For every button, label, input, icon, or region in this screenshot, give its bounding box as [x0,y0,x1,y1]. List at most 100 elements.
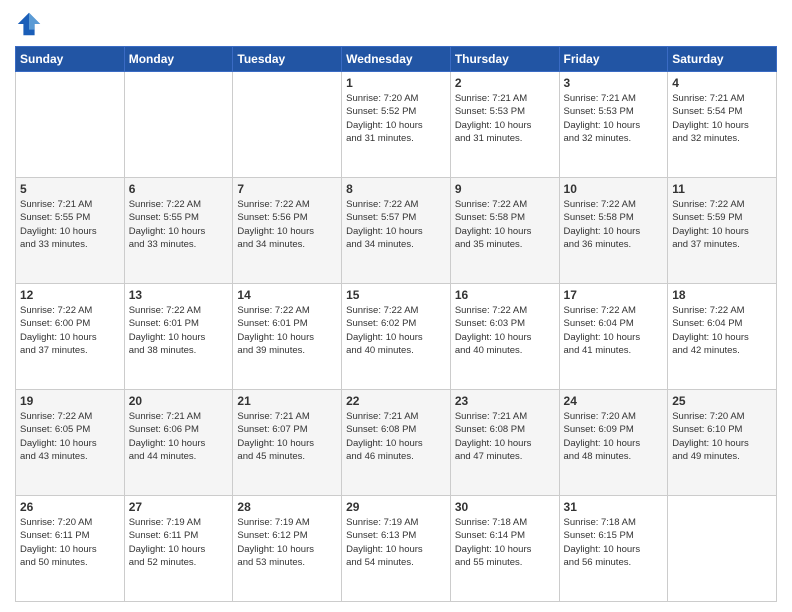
day-number: 11 [672,182,772,196]
calendar-day-cell: 13 Sunrise: 7:22 AM Sunset: 6:01 PM Dayli… [124,284,233,390]
day-number: 9 [455,182,555,196]
header [15,10,777,38]
calendar-day-cell: 18 Sunrise: 7:22 AM Sunset: 6:04 PM Dayli… [668,284,777,390]
day-info: Sunrise: 7:19 AM Sunset: 6:13 PM Dayligh… [346,516,446,569]
day-number: 27 [129,500,229,514]
calendar-day-header: Saturday [668,47,777,72]
calendar-day-cell: 9 Sunrise: 7:22 AM Sunset: 5:58 PM Daylig… [450,178,559,284]
calendar-day-cell: 16 Sunrise: 7:22 AM Sunset: 6:03 PM Dayli… [450,284,559,390]
calendar-day-cell: 23 Sunrise: 7:21 AM Sunset: 6:08 PM Dayli… [450,390,559,496]
day-number: 25 [672,394,772,408]
day-number: 13 [129,288,229,302]
day-info: Sunrise: 7:20 AM Sunset: 6:11 PM Dayligh… [20,516,120,569]
calendar-day-cell: 1 Sunrise: 7:20 AM Sunset: 5:52 PM Daylig… [342,72,451,178]
calendar-week-row: 1 Sunrise: 7:20 AM Sunset: 5:52 PM Daylig… [16,72,777,178]
day-info: Sunrise: 7:22 AM Sunset: 5:57 PM Dayligh… [346,198,446,251]
day-number: 29 [346,500,446,514]
calendar-day-cell: 4 Sunrise: 7:21 AM Sunset: 5:54 PM Daylig… [668,72,777,178]
day-info: Sunrise: 7:21 AM Sunset: 6:08 PM Dayligh… [455,410,555,463]
day-number: 18 [672,288,772,302]
calendar-day-cell: 28 Sunrise: 7:19 AM Sunset: 6:12 PM Dayli… [233,496,342,602]
calendar-day-cell: 3Sunrise: 7:21 AM Sunset: 5:53 PM Daylig… [559,72,668,178]
day-info: Sunrise: 7:22 AM Sunset: 5:58 PM Dayligh… [564,198,664,251]
day-number: 1 [346,76,446,90]
calendar-day-header: Friday [559,47,668,72]
calendar-day-cell: 27 Sunrise: 7:19 AM Sunset: 6:11 PM Dayli… [124,496,233,602]
calendar-day-cell: 31 Sunrise: 7:18 AM Sunset: 6:15 PM Dayli… [559,496,668,602]
day-info: Sunrise: 7:20 AM Sunset: 5:52 PM Dayligh… [346,92,446,145]
day-number: 7 [237,182,337,196]
calendar-day-cell: 19 Sunrise: 7:22 AM Sunset: 6:05 PM Dayli… [16,390,125,496]
calendar-day-cell: 11Sunrise: 7:22 AM Sunset: 5:59 PM Dayli… [668,178,777,284]
calendar-week-row: 12 Sunrise: 7:22 AM Sunset: 6:00 PM Dayli… [16,284,777,390]
calendar-day-cell: 30Sunrise: 7:18 AM Sunset: 6:14 PM Dayli… [450,496,559,602]
calendar-day-header: Tuesday [233,47,342,72]
day-info: Sunrise: 7:22 AM Sunset: 6:02 PM Dayligh… [346,304,446,357]
calendar-day-cell: 22 Sunrise: 7:21 AM Sunset: 6:08 PM Dayli… [342,390,451,496]
calendar-header-row: SundayMondayTuesdayWednesdayThursdayFrid… [16,47,777,72]
day-info: Sunrise: 7:20 AM Sunset: 6:09 PM Dayligh… [564,410,664,463]
day-info: Sunrise: 7:22 AM Sunset: 6:01 PM Dayligh… [237,304,337,357]
day-number: 8 [346,182,446,196]
day-number: 2 [455,76,555,90]
calendar-week-row: 5Sunrise: 7:21 AM Sunset: 5:55 PM Daylig… [16,178,777,284]
day-info: Sunrise: 7:22 AM Sunset: 6:03 PM Dayligh… [455,304,555,357]
calendar-day-cell [668,496,777,602]
day-number: 19 [20,394,120,408]
calendar-day-cell: 17 Sunrise: 7:22 AM Sunset: 6:04 PM Dayli… [559,284,668,390]
day-info: Sunrise: 7:18 AM Sunset: 6:15 PM Dayligh… [564,516,664,569]
day-info: Sunrise: 7:22 AM Sunset: 6:04 PM Dayligh… [672,304,772,357]
day-number: 20 [129,394,229,408]
day-number: 15 [346,288,446,302]
day-number: 21 [237,394,337,408]
calendar-day-cell: 2 Sunrise: 7:21 AM Sunset: 5:53 PM Daylig… [450,72,559,178]
calendar-day-cell: 7 Sunrise: 7:22 AM Sunset: 5:56 PM Daylig… [233,178,342,284]
calendar-day-cell: 24 Sunrise: 7:20 AM Sunset: 6:09 PM Dayli… [559,390,668,496]
logo [15,10,47,38]
day-number: 16 [455,288,555,302]
day-info: Sunrise: 7:21 AM Sunset: 6:06 PM Dayligh… [129,410,229,463]
calendar-week-row: 19 Sunrise: 7:22 AM Sunset: 6:05 PM Dayli… [16,390,777,496]
day-number: 28 [237,500,337,514]
day-number: 10 [564,182,664,196]
day-info: Sunrise: 7:18 AM Sunset: 6:14 PM Dayligh… [455,516,555,569]
day-info: Sunrise: 7:22 AM Sunset: 6:04 PM Dayligh… [564,304,664,357]
calendar-day-cell [124,72,233,178]
day-number: 31 [564,500,664,514]
day-info: Sunrise: 7:22 AM Sunset: 5:56 PM Dayligh… [237,198,337,251]
calendar-day-cell: 15 Sunrise: 7:22 AM Sunset: 6:02 PM Dayli… [342,284,451,390]
calendar-day-header: Thursday [450,47,559,72]
day-info: Sunrise: 7:21 AM Sunset: 6:07 PM Dayligh… [237,410,337,463]
calendar-day-header: Monday [124,47,233,72]
day-info: Sunrise: 7:22 AM Sunset: 5:58 PM Dayligh… [455,198,555,251]
logo-icon [15,10,43,38]
calendar-day-cell: 21 Sunrise: 7:21 AM Sunset: 6:07 PM Dayli… [233,390,342,496]
day-number: 4 [672,76,772,90]
day-info: Sunrise: 7:21 AM Sunset: 6:08 PM Dayligh… [346,410,446,463]
calendar-week-row: 26Sunrise: 7:20 AM Sunset: 6:11 PM Dayli… [16,496,777,602]
day-info: Sunrise: 7:19 AM Sunset: 6:12 PM Dayligh… [237,516,337,569]
calendar-day-cell: 14 Sunrise: 7:22 AM Sunset: 6:01 PM Dayli… [233,284,342,390]
calendar-day-cell: 29 Sunrise: 7:19 AM Sunset: 6:13 PM Dayli… [342,496,451,602]
day-info: Sunrise: 7:22 AM Sunset: 5:55 PM Dayligh… [129,198,229,251]
day-info: Sunrise: 7:22 AM Sunset: 6:05 PM Dayligh… [20,410,120,463]
day-number: 14 [237,288,337,302]
day-info: Sunrise: 7:21 AM Sunset: 5:54 PM Dayligh… [672,92,772,145]
day-number: 5 [20,182,120,196]
day-info: Sunrise: 7:22 AM Sunset: 6:01 PM Dayligh… [129,304,229,357]
page: SundayMondayTuesdayWednesdayThursdayFrid… [0,0,792,612]
day-info: Sunrise: 7:19 AM Sunset: 6:11 PM Dayligh… [129,516,229,569]
day-number: 12 [20,288,120,302]
calendar-day-header: Wednesday [342,47,451,72]
day-info: Sunrise: 7:22 AM Sunset: 6:00 PM Dayligh… [20,304,120,357]
day-number: 6 [129,182,229,196]
day-number: 22 [346,394,446,408]
calendar-day-cell: 8 Sunrise: 7:22 AM Sunset: 5:57 PM Daylig… [342,178,451,284]
day-number: 23 [455,394,555,408]
day-info: Sunrise: 7:21 AM Sunset: 5:53 PM Dayligh… [455,92,555,145]
day-number: 17 [564,288,664,302]
day-number: 24 [564,394,664,408]
calendar-day-cell: 26Sunrise: 7:20 AM Sunset: 6:11 PM Dayli… [16,496,125,602]
calendar-day-cell: 12 Sunrise: 7:22 AM Sunset: 6:00 PM Dayli… [16,284,125,390]
calendar-day-header: Sunday [16,47,125,72]
